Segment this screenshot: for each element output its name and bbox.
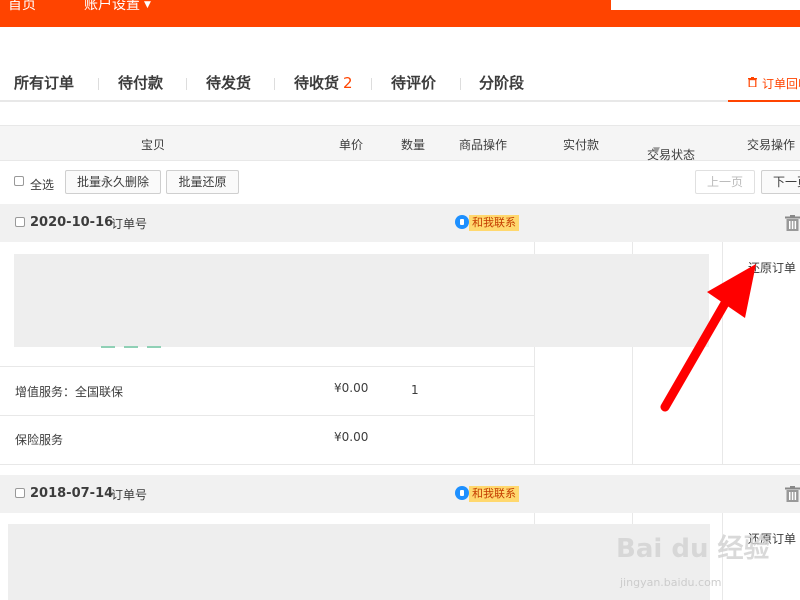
row-divider [0,415,534,416]
watermark-url: jingyan.baidu.com [620,576,722,589]
order-tabs: 所有订单 待付款 待发货 待收货 2 待评价 分阶段 [0,66,800,102]
caret-down-icon: ▼ [653,146,660,156]
tab-pending-receipt[interactable]: 待收货 2 [294,72,353,93]
next-page-button[interactable]: 下一页 [761,170,800,194]
batch-delete-button[interactable]: 批量永久删除 [65,170,161,194]
row-divider [0,366,534,367]
col-product-ops: 商品操作 [459,138,508,152]
tab-pending-payment[interactable]: 待付款 [118,72,163,93]
prev-page-button[interactable]: 上一页 [695,170,755,194]
order-table-header: 宝贝 单价 数量 商品操作 实付款 交易状态 ▼ 交易操作 [0,125,800,162]
tab-label: 待付款 [118,74,164,92]
tab-divider [98,78,99,90]
chat-icon [455,215,469,229]
trash-icon [748,77,757,87]
select-all-checkbox[interactable] [14,176,24,186]
tab-label: 待发货 [206,74,252,92]
column-divider [722,242,723,464]
nav-home[interactable]: 首页 [8,0,36,14]
service-name: 保险服务 [15,433,64,447]
batch-toolbar: 全选 批量永久删除 批量还原 上一页 下一页 [0,170,800,196]
tab-divider [371,78,372,90]
contact-seller-label: 和我联系 [469,486,519,502]
service-name: 增值服务：全国联保 [15,385,124,399]
nav-account-settings[interactable]: 账户设置 ▼ [84,0,151,14]
service-price: ¥0.00 [334,381,369,395]
order-header: 2020-10-16 订单号 和我联系 [0,204,800,242]
contact-seller-label: 和我联系 [469,215,519,231]
col-item: 宝贝 [141,138,166,152]
tab-label: 分阶段 [479,74,525,92]
tab-divider [460,78,461,90]
col-quantity: 数量 [401,138,426,152]
col-trade-ops: 交易操作 [747,138,796,152]
delete-order-icon[interactable] [785,486,800,502]
tab-pending-shipment[interactable]: 待发货 [206,72,251,93]
chat-icon [455,486,469,500]
tab-label: 待评价 [391,74,437,92]
order-header: 2018-07-14 订单号 和我联系 [0,475,800,513]
watermark-logo: Bai du 经验 [616,534,770,564]
product-attr-dashes [101,346,163,348]
restore-order-link[interactable]: 还原订单 [748,259,796,276]
col-paid: 实付款 [563,138,600,152]
order-checkbox[interactable] [15,488,25,498]
product-image-placeholder [8,524,710,600]
chevron-down-icon: ▼ [144,0,151,10]
nav-account-label: 账户设置 [84,0,140,13]
tab-divider [274,78,275,90]
order-date: 2018-07-14 [30,486,114,501]
service-price: ¥0.00 [334,430,369,444]
order-divider [0,464,800,465]
baidu-jingyan-watermark: Bai du 经验 jingyan.baidu.com [612,512,800,600]
tab-count-badge: 2 [343,74,353,92]
search-box[interactable] [611,0,800,10]
delete-order-icon[interactable] [785,215,800,231]
tab-installments[interactable]: 分阶段 [479,72,524,93]
tab-pending-review[interactable]: 待评价 [391,72,436,93]
order-number-label: 订单号 [111,488,148,502]
top-nav-bar: 首页 账户设置 ▼ [0,0,800,27]
col-unit-price: 单价 [339,138,364,152]
tab-label: 所有订单 [14,74,75,92]
tab-order-recycle-bin[interactable]: 订单回收站 [728,66,800,102]
select-all-label[interactable]: 全选 [30,176,54,193]
tab-divider [186,78,187,90]
order-checkbox[interactable] [15,217,25,227]
tab-label: 待收货 [294,74,340,92]
batch-restore-button[interactable]: 批量还原 [166,170,239,194]
tab-all-orders[interactable]: 所有订单 [14,72,74,93]
order-number-label: 订单号 [111,217,148,231]
order-date: 2020-10-16 [30,215,114,230]
service-qty: 1 [411,383,419,397]
recycle-bin-label: 订单回收站 [762,77,800,91]
product-image-placeholder [14,254,709,347]
